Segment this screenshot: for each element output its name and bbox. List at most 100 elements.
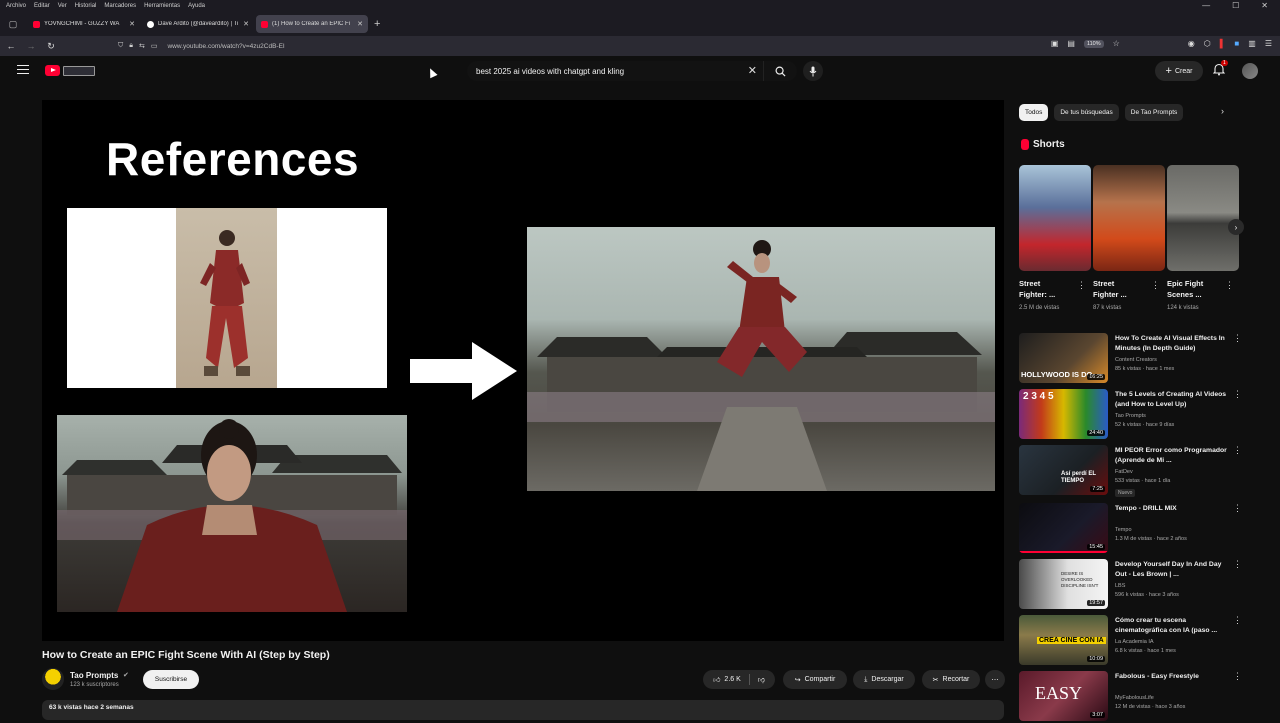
like-button[interactable]: 👍︎ 2.6 K [713,675,741,684]
shorts-next-button[interactable]: › [1228,219,1244,235]
more-vertical-icon[interactable]: ⋮ [1233,333,1242,344]
menu-historial[interactable]: Historial [75,3,97,9]
menu-ayuda[interactable]: Ayuda [188,3,205,9]
short-title-2[interactable]: Street Fighter ... [1093,278,1127,300]
more-vertical-icon[interactable]: ⋮ [1233,389,1242,400]
more-vertical-icon[interactable]: ⋮ [1151,280,1160,291]
extensions-icon[interactable]: ⬡ [1204,39,1211,48]
browser-tab-3-active[interactable]: (1) How to Create an EPIC Fi ✕ [256,15,368,33]
channel-name[interactable]: La Academia IA [1115,639,1154,645]
short-title-1[interactable]: Street Fighter: ... [1019,278,1055,300]
more-vertical-icon[interactable]: ⋮ [1233,503,1242,514]
pip-icon[interactable]: ▣ [1051,39,1059,48]
extension-blue-icon[interactable]: ■ [1234,39,1239,48]
video-title[interactable]: Develop Yourself Day In And Day Out - Le… [1115,560,1227,580]
bookmark-star-icon[interactable]: ☆ [1113,39,1120,48]
menu-editar[interactable]: Editar [34,3,50,9]
recommendation-item[interactable]: 2 3 4 5 24:40 The 5 Levels of Creating A… [1019,389,1242,441]
recommendation-item[interactable]: 15:45 Tempo - DRILL MIX Tempo 1.3 M de v… [1019,503,1242,555]
video-title[interactable]: Cómo crear tu escena cinematográfica con… [1115,616,1227,636]
url-text[interactable]: www.youtube.com/watch?v=4zu2CdB-EI [167,43,284,50]
more-vertical-icon[interactable]: ⋮ [1233,671,1242,682]
more-vertical-icon[interactable]: ⋮ [1233,559,1242,570]
chevron-right-icon[interactable]: › [1221,106,1224,116]
menu-herramientas[interactable]: Herramientas [144,3,180,9]
channel-name[interactable]: Tempo [1115,527,1132,533]
permissions-icon[interactable]: ⇆ [139,42,145,50]
chip-todos[interactable]: Todos [1019,104,1049,121]
account-icon[interactable]: ◉ [1188,39,1195,48]
reader-icon[interactable]: ▤ [1067,39,1075,48]
channel-name[interactable]: LBS [1115,583,1125,589]
app-menu-icon[interactable]: ☰ [1265,39,1272,48]
clip-button[interactable]: ✂ Recortar [922,670,980,689]
more-vertical-icon[interactable]: ⋮ [1077,280,1086,291]
short-title-3[interactable]: Epic Fight Scenes ... [1167,278,1203,300]
chip-from-channel[interactable]: De Tao Prompts [1124,104,1184,121]
youtube-logo[interactable] [45,65,95,76]
description-box[interactable]: 63 k vistas hace 2 semanas [42,700,1004,720]
video-title[interactable]: MI PEOR Error como Programador (Aprende … [1115,446,1227,466]
recommendation-item[interactable]: EASY 3:07 Fabolous - Easy Freestyle MyFa… [1019,671,1242,723]
channel-name[interactable]: FatDev [1115,469,1133,475]
video-thumbnail[interactable]: EASY 3:07 [1019,671,1108,721]
channel-name[interactable]: Content Creators [1115,357,1157,363]
video-thumbnail[interactable]: 15:45 [1019,503,1108,553]
zoom-level[interactable]: 110% [1083,39,1104,48]
clear-search-icon[interactable]: ✕ [748,64,757,77]
browser-tab-1[interactable]: YOVNGCHIMI - GUZZY WA ✕ [28,15,140,33]
search-box[interactable]: best 2025 ai videos with chatgpt and kli… [467,61,797,81]
maximize-icon[interactable]: ☐ [1232,1,1239,10]
voice-search-button[interactable] [803,61,823,81]
close-tab-icon[interactable]: ✕ [129,20,135,28]
user-avatar[interactable] [1242,63,1258,79]
dislike-button[interactable]: 👎︎ [758,675,765,684]
more-vertical-icon[interactable]: ⋮ [1233,445,1242,456]
short-thumbnail-1[interactable] [1019,165,1091,271]
back-icon[interactable]: ← [2,41,20,51]
short-thumbnail-2[interactable] [1093,165,1165,271]
video-title[interactable]: How To Create AI Visual Effects In Minut… [1115,334,1227,354]
menu-ver[interactable]: Ver [58,3,67,9]
video-thumbnail[interactable]: 2 3 4 5 24:40 [1019,389,1108,439]
search-button[interactable] [763,61,797,81]
download-button[interactable]: ⤓ Descargar [853,670,915,689]
chip-from-searches[interactable]: De tus búsquedas [1054,104,1119,121]
channel-name[interactable]: MyFabolousLife [1115,695,1154,701]
menu-archivo[interactable]: Archivo [6,3,26,9]
recommendation-item[interactable]: HOLLYWOOD IS DO 16:25 How To Create AI V… [1019,333,1242,385]
forward-icon[interactable]: → [22,41,40,51]
recommendation-item[interactable]: Así perdí EL TIEMPO 7:25 MI PEOR Error c… [1019,445,1242,497]
channel-name[interactable]: Tao Prompts [1115,413,1146,419]
short-thumbnail-3[interactable] [1167,165,1239,271]
hamburger-menu-icon[interactable] [17,65,29,74]
close-window-icon[interactable]: ✕ [1261,1,1268,10]
url-bar[interactable]: ⛉ 🔒︎ ⇆ ▭ www.youtube.com/watch?v=4zu2CdB… [118,38,1018,54]
menu-marcadores[interactable]: Marcadores [104,3,136,9]
extension-red-icon[interactable]: ▌ [1220,39,1226,48]
video-title[interactable]: The 5 Levels of Creating AI Videos (and … [1115,390,1227,410]
shield-icon[interactable]: ⛉ [118,42,123,50]
recommendation-item[interactable]: CREA CINE CON IA 10:09 Cómo crear tu esc… [1019,615,1242,667]
video-thumbnail[interactable]: DESIRE IS OVERLOOKED DISCIPLINE ISN'T 19… [1019,559,1108,609]
video-thumbnail[interactable]: Así perdí EL TIEMPO 7:25 [1019,445,1108,495]
sidebar-icon[interactable]: ▥ [1248,39,1256,48]
recommendation-item[interactable]: DESIRE IS OVERLOOKED DISCIPLINE ISN'T 19… [1019,559,1242,611]
video-title[interactable]: Fabolous - Easy Freestyle [1115,672,1227,682]
share-button[interactable]: ↪ Compartir [783,670,847,689]
minimize-icon[interactable]: — [1202,1,1210,10]
video-thumbnail[interactable]: HOLLYWOOD IS DO 16:25 [1019,333,1108,383]
more-vertical-icon[interactable]: ⋮ [1233,615,1242,626]
reload-icon[interactable]: ↻ [42,41,60,52]
close-tab-icon[interactable]: ✕ [243,20,249,28]
close-tab-icon[interactable]: ✕ [357,20,363,28]
video-thumbnail[interactable]: CREA CINE CON IA 10:09 [1019,615,1108,665]
tab-overview-icon[interactable]: ▢ [0,12,26,36]
create-button[interactable]: + Crear [1155,61,1203,81]
search-input[interactable]: best 2025 ai videos with chatgpt and kli… [476,67,624,76]
video-title[interactable]: Tempo - DRILL MIX [1115,504,1227,514]
browser-tab-2[interactable]: Dave Ardito (@daveardito) | Ti ✕ [142,15,254,33]
lock-icon[interactable]: 🔒︎ [129,42,133,50]
notifications-button[interactable]: 1 [1212,60,1228,77]
new-tab-icon[interactable]: + [374,18,380,30]
